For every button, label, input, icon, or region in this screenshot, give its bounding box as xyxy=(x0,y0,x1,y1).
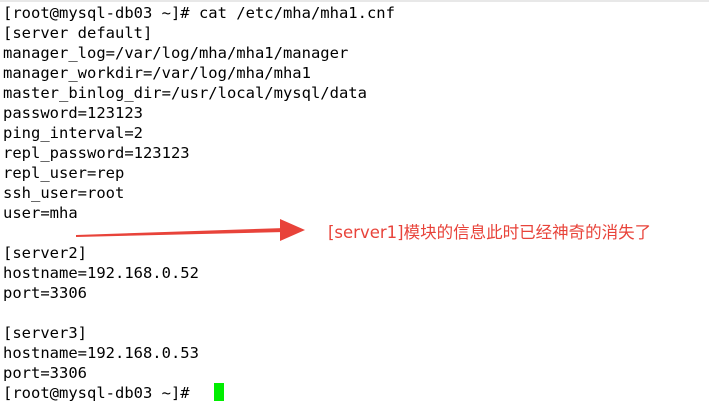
arrow-shaft xyxy=(76,228,285,237)
annotation-arrow-icon xyxy=(76,219,305,241)
arrow-head xyxy=(280,219,305,241)
annotation-text: [server1]模块的信息此时已经神奇的消失了 xyxy=(328,223,652,242)
